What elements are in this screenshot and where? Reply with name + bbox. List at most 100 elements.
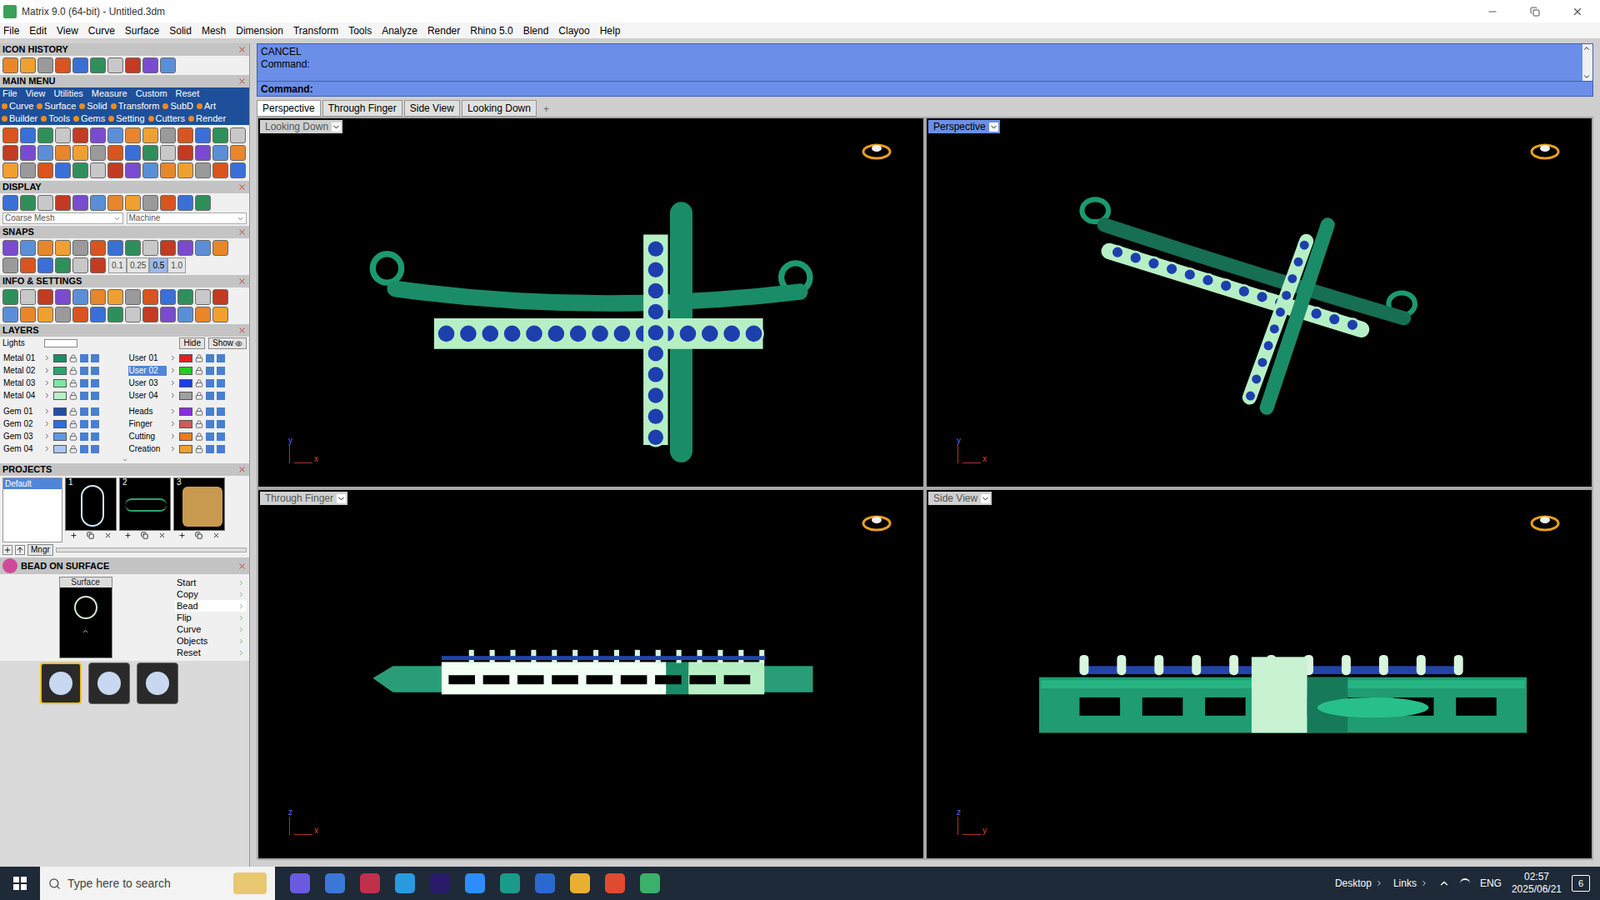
tool-icon[interactable] — [125, 162, 141, 179]
visible-icon[interactable] — [80, 432, 89, 441]
tool-icon[interactable] — [212, 162, 229, 179]
category-item[interactable]: SubD — [162, 100, 194, 113]
category-item[interactable]: Setting — [108, 112, 145, 125]
tool-icon[interactable] — [20, 162, 36, 179]
snap-step[interactable]: 0.5 — [149, 257, 168, 274]
toolbar-item[interactable]: Links — [1393, 875, 1429, 891]
expand-icon[interactable] — [43, 366, 51, 375]
tool-icon[interactable] — [195, 162, 211, 179]
toolbar-item[interactable]: Desktop — [1335, 875, 1384, 891]
layer-row[interactable]: User 04 — [128, 389, 248, 402]
tool-icon[interactable] — [2, 162, 19, 179]
layer-row[interactable]: Gem 03 — [2, 430, 122, 443]
tool-icon[interactable] — [160, 306, 176, 323]
lock-icon[interactable] — [69, 391, 78, 400]
layer-row[interactable]: User 01 — [128, 351, 248, 365]
restore-icon[interactable] — [1530, 6, 1540, 17]
render-icon[interactable] — [90, 379, 100, 388]
layer-row[interactable]: Gem 04 — [2, 442, 122, 455]
tool-icon[interactable] — [230, 127, 246, 144]
menu-item[interactable]: Rhino 5.0 — [470, 23, 513, 39]
lock-icon[interactable] — [195, 379, 204, 388]
expand-icon[interactable] — [169, 432, 177, 440]
menu-item[interactable]: Help — [600, 23, 621, 39]
tool-icon[interactable] — [90, 195, 106, 211]
tool-icon[interactable] — [160, 145, 176, 161]
tool-icon[interactable] — [20, 145, 36, 161]
visible-icon[interactable] — [80, 391, 89, 400]
menu-item[interactable]: Edit — [29, 23, 47, 39]
tool-icon[interactable] — [37, 289, 54, 305]
layer-color[interactable] — [53, 354, 67, 363]
model-perspective[interactable] — [926, 118, 1592, 487]
layer-row[interactable]: Gem 02 — [2, 417, 122, 430]
tool-icon[interactable] — [90, 162, 106, 179]
tool-icon[interactable] — [125, 306, 141, 323]
main-menu-item[interactable]: View — [25, 87, 46, 100]
lock-icon[interactable] — [69, 420, 78, 429]
tool-icon[interactable] — [107, 162, 124, 179]
taskbar-app-icon[interactable] — [500, 873, 520, 894]
model-front-view[interactable] — [258, 490, 924, 859]
language[interactable]: ENG — [1480, 875, 1502, 891]
expand-icon[interactable] — [169, 420, 177, 428]
close-icon[interactable] — [1571, 5, 1584, 18]
category-item[interactable]: Render — [188, 112, 226, 125]
tool-icon[interactable] — [2, 57, 19, 74]
viewport[interactable]: Perspectiveyx — [926, 118, 1592, 487]
render-icon[interactable] — [90, 432, 100, 441]
viewport[interactable]: Side Viewzy — [926, 490, 1592, 859]
tool-icon[interactable] — [72, 257, 89, 274]
expand-icon[interactable] — [169, 354, 177, 362]
main-menu-item[interactable]: Reset — [175, 87, 200, 100]
tool-icon[interactable] — [20, 127, 36, 144]
layer-color[interactable] — [179, 354, 193, 363]
viewport-label[interactable]: Perspective — [928, 120, 1000, 134]
layer-row[interactable]: Creation — [128, 442, 248, 455]
layer-row[interactable]: Metal 01 — [2, 351, 122, 365]
tool-icon[interactable] — [125, 240, 141, 256]
taskbar-app-icon[interactable] — [395, 873, 415, 894]
tool-icon[interactable] — [177, 240, 194, 256]
expand-icon[interactable] — [43, 391, 51, 400]
menu-item[interactable]: Dimension — [235, 23, 284, 39]
menu-item[interactable]: Tools — [348, 23, 372, 39]
tool-icon[interactable] — [37, 145, 54, 161]
tool-icon[interactable] — [195, 145, 211, 161]
tool-icon[interactable] — [20, 257, 36, 274]
render-icon[interactable] — [216, 354, 225, 363]
bead-option[interactable]: Reset — [175, 646, 247, 659]
tool-icon[interactable] — [195, 195, 211, 211]
tool-icon[interactable] — [37, 257, 54, 274]
expand-icon[interactable] — [43, 354, 51, 362]
expand-icon[interactable] — [169, 407, 177, 415]
layer-color[interactable] — [53, 379, 67, 388]
render-icon[interactable] — [216, 420, 225, 429]
lock-icon[interactable] — [195, 391, 204, 400]
visible-icon[interactable] — [80, 379, 89, 388]
layer-color[interactable] — [53, 407, 67, 416]
visible-icon[interactable] — [205, 354, 215, 363]
tool-icon[interactable] — [195, 240, 211, 256]
visible-icon[interactable] — [80, 354, 89, 363]
lock-icon[interactable] — [195, 420, 204, 429]
main-menu-item[interactable]: Measure — [91, 87, 128, 100]
layer-row[interactable]: User 02 — [128, 364, 248, 377]
tool-icon[interactable] — [2, 289, 19, 305]
taskbar-app-icon[interactable] — [290, 873, 310, 894]
layer-row[interactable]: Gem 01 — [2, 405, 122, 418]
dropdown-icon[interactable] — [336, 494, 346, 504]
taskbar-app-icon[interactable] — [325, 873, 345, 894]
tool-icon[interactable] — [2, 127, 19, 144]
viewport[interactable]: Looking Downyx — [258, 118, 924, 487]
bead-mode-icon[interactable] — [88, 662, 130, 705]
render-icon[interactable] — [90, 391, 100, 400]
tool-icon[interactable] — [55, 195, 71, 211]
layer-color[interactable] — [53, 445, 67, 454]
tool-icon[interactable] — [142, 306, 159, 323]
expand-icon[interactable] — [169, 366, 177, 375]
tool-icon[interactable] — [72, 57, 89, 74]
lock-icon[interactable] — [69, 366, 78, 375]
manager-button[interactable]: Mngr — [27, 544, 54, 556]
render-icon[interactable] — [90, 407, 100, 416]
